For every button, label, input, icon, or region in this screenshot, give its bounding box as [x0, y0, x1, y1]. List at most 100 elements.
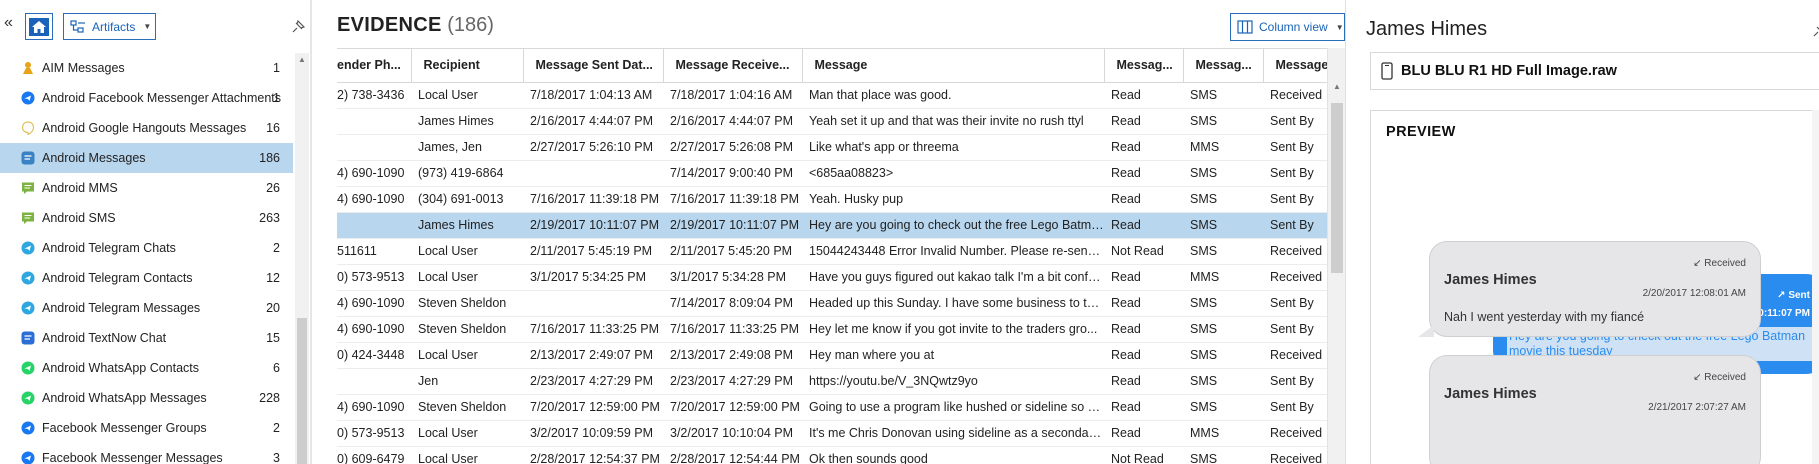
- table-cell: [337, 212, 411, 239]
- collapse-panel-icon[interactable]: «: [4, 14, 13, 32]
- column-view-dropdown[interactable]: Column view ▼: [1230, 13, 1345, 41]
- artifact-item-count: 263: [259, 211, 280, 225]
- table-cell: Sent By: [1263, 394, 1327, 421]
- table-cell: SMS: [1183, 368, 1263, 395]
- pin-icon[interactable]: [291, 20, 305, 34]
- artifact-item[interactable]: Android Telegram Contacts 12: [0, 263, 293, 293]
- table-cell: 2/23/2017 4:27:29 PM: [523, 368, 663, 395]
- artifact-item[interactable]: AIM Messages 1: [0, 53, 293, 83]
- column-header[interactable]: Messag...: [1183, 49, 1264, 83]
- table-cell: (973) 419-6864: [411, 160, 523, 187]
- artifact-item-label: Facebook Messenger Messages: [42, 451, 223, 464]
- column-header[interactable]: Message: [802, 49, 1105, 83]
- table-cell: 2) 738-3436: [337, 82, 411, 109]
- preview-scrollbar[interactable]: [1812, 110, 1819, 464]
- table-cell: 2/28/2017 12:54:44 PM: [663, 446, 802, 464]
- table-row[interactable]: 0) 609-6479 Local User 2/28/2017 12:54:37 …: [337, 446, 1327, 464]
- scroll-up-icon[interactable]: ▲: [1333, 82, 1341, 91]
- table-row[interactable]: 0) 573-9513 Local User 3/1/2017 5:34:25 PM…: [337, 264, 1327, 291]
- artifact-item[interactable]: Android WhatsApp Messages 228: [0, 383, 293, 413]
- table-cell: SMS: [1183, 342, 1263, 369]
- artifact-item-label: Android Messages: [42, 151, 146, 165]
- table-cell: 2/16/2017 4:44:07 PM: [523, 108, 663, 135]
- column-header[interactable]: Message Sent Dat...: [523, 49, 664, 83]
- table-row[interactable]: 4) 690-1090 Steven Sheldon 7/20/2017 12:59…: [337, 394, 1327, 421]
- android-messages-icon: [20, 150, 36, 166]
- table-cell: 2/27/2017 5:26:08 PM: [663, 134, 802, 161]
- table-row[interactable]: 511611 Local User 2/11/2017 5:45:19 PM 2/11…: [337, 238, 1327, 265]
- table-row[interactable]: 4) 690-1090 (973) 419-6864 7/14/2017 9:00:…: [337, 160, 1327, 187]
- table-cell: 2/23/2017 4:27:29 PM: [663, 368, 802, 395]
- home-button[interactable]: [25, 13, 53, 40]
- artifacts-label: Artifacts: [92, 19, 136, 34]
- table-cell: Read: [1104, 160, 1183, 187]
- table-row[interactable]: 4) 690-1090 Steven Sheldon 7/14/2017 8:09:…: [337, 290, 1327, 317]
- artifacts-dropdown[interactable]: Artifacts ▼: [63, 13, 156, 40]
- scroll-up-icon[interactable]: ▲: [298, 55, 306, 64]
- artifact-item[interactable]: Android Google Hangouts Messages 16: [0, 113, 293, 143]
- table-row[interactable]: 4) 690-1090 Steven Sheldon 7/16/2017 11:33…: [337, 316, 1327, 343]
- table-row[interactable]: James Himes 2/19/2017 10:11:07 PM 2/19/201…: [337, 212, 1327, 239]
- evidence-panel: EVIDENCE (186) Column view ▼ ender Ph...…: [337, 0, 1345, 464]
- table-cell: MMS: [1183, 420, 1263, 447]
- received-message-bubble[interactable]: ↙ Received James Himes 2/20/2017 12:08:0…: [1418, 241, 1761, 337]
- table-cell: 7/16/2017 11:39:18 PM: [663, 186, 802, 213]
- received-sender: James Himes: [1444, 386, 1537, 402]
- column-header[interactable]: Message...: [1263, 49, 1327, 83]
- table-row[interactable]: James Himes 2/16/2017 4:44:07 PM 2/16/2017…: [337, 108, 1327, 135]
- source-file[interactable]: BLU BLU R1 HD Full Image.raw: [1370, 52, 1819, 90]
- telegram-icon: [20, 240, 36, 256]
- table-row[interactable]: 2) 738-3436 Local User 7/18/2017 1:04:13 A…: [337, 82, 1327, 109]
- artifact-item-count: 3: [273, 451, 280, 464]
- artifact-item[interactable]: Android Telegram Chats 2: [0, 233, 293, 263]
- tree-list-icon: [70, 19, 85, 33]
- pin-icon[interactable]: [1812, 24, 1819, 38]
- column-header[interactable]: Messag...: [1104, 49, 1184, 83]
- table-cell: MMS: [1183, 264, 1263, 291]
- table-cell: Hey let me know if you got invite to the…: [802, 316, 1104, 343]
- bubble-tail: [1418, 325, 1434, 337]
- table-cell: 511611: [337, 238, 411, 265]
- table-cell: 7/16/2017 11:39:18 PM: [523, 186, 663, 213]
- artifact-item[interactable]: Facebook Messenger Messages 3: [0, 443, 293, 464]
- artifact-item[interactable]: Android SMS 263: [0, 203, 293, 233]
- table-cell: 7/20/2017 12:59:00 PM: [523, 394, 663, 421]
- received-message-bubble[interactable]: ↙ Received James Himes 2/21/2017 2:07:27…: [1429, 355, 1761, 464]
- scrollbar-thumb[interactable]: [1331, 103, 1343, 273]
- table-row[interactable]: Jen 2/23/2017 4:27:29 PM 2/23/2017 4:27:29…: [337, 368, 1327, 395]
- artifact-item[interactable]: Android MMS 26: [0, 173, 293, 203]
- artifact-item[interactable]: Android Messages 186: [0, 143, 293, 173]
- panel-divider[interactable]: [310, 0, 312, 464]
- table-row[interactable]: 0) 424-3448 Local User 2/13/2017 2:49:07 P…: [337, 342, 1327, 369]
- table-scrollbar[interactable]: ▲: [1327, 48, 1345, 464]
- artifact-item[interactable]: Android WhatsApp Contacts 6: [0, 353, 293, 383]
- table-row[interactable]: James, Jen 2/27/2017 5:26:10 PM 2/27/2017 …: [337, 134, 1327, 161]
- table-cell: Headed up this Sunday. I have some busin…: [802, 290, 1104, 317]
- table-row[interactable]: 4) 690-1090 (304) 691-0013 7/16/2017 11:39…: [337, 186, 1327, 213]
- artifact-item-count: 1: [273, 61, 280, 75]
- table-cell: [337, 368, 411, 395]
- artifact-item-label: Facebook Messenger Groups: [42, 421, 207, 435]
- contact-name: James Himes: [1366, 18, 1488, 40]
- artifact-item[interactable]: Facebook Messenger Groups 2: [0, 413, 293, 443]
- messenger-icon: [20, 420, 36, 436]
- table-cell: https://youtu.be/V_3NQwtz9yo: [802, 368, 1104, 395]
- home-icon: [29, 17, 49, 36]
- column-header[interactable]: Recipient: [411, 49, 524, 83]
- artifact-list-scrollbar[interactable]: ▲: [295, 53, 309, 464]
- source-file-label: BLU BLU R1 HD Full Image.raw: [1401, 63, 1617, 79]
- scrollbar-thumb[interactable]: [297, 318, 307, 464]
- table-cell: Hey are you going to check out the free …: [802, 212, 1104, 239]
- table-row[interactable]: 0) 573-9513 Local User 3/2/2017 10:09:59 P…: [337, 420, 1327, 447]
- artifact-item-count: 6: [273, 361, 280, 375]
- table-cell: Local User: [411, 82, 523, 109]
- artifact-item[interactable]: Android Telegram Messages 20: [0, 293, 293, 323]
- column-header[interactable]: Message Receive...: [663, 49, 803, 83]
- artifact-item[interactable]: Android TextNow Chat 15: [0, 323, 293, 353]
- column-header[interactable]: ender Ph...: [337, 49, 412, 83]
- table-cell: SMS: [1183, 238, 1263, 265]
- table-cell: 4) 690-1090: [337, 186, 411, 213]
- artifact-item[interactable]: Android Facebook Messenger Attachments 1: [0, 83, 293, 113]
- table-cell: SMS: [1183, 108, 1263, 135]
- hangouts-icon: [20, 120, 36, 136]
